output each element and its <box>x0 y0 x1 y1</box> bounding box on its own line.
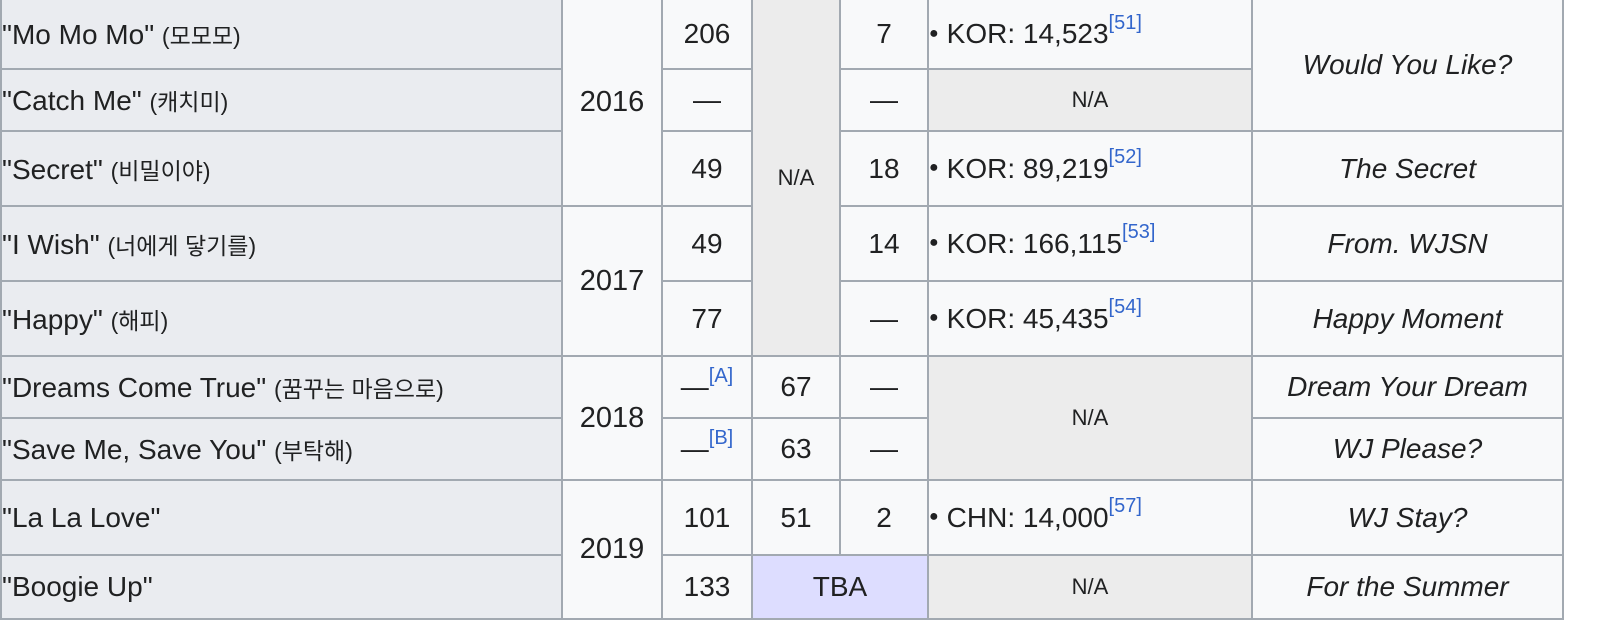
song-title-cell: "Mo Mo Mo" (모모모) <box>0 0 563 70</box>
table-row: "Dreams Come True" (꿈꾸는 마음으로) 2018 —[A] … <box>0 355 1564 481</box>
table-row: "Save Me, Save You" (부탁해) —[B] 63 — WJ P… <box>0 417 1564 481</box>
album-cell: For the Summer <box>1251 554 1564 620</box>
citation-link[interactable]: [54] <box>1109 296 1142 318</box>
sales-cell: ● KOR: 14,523[51] <box>927 0 1253 70</box>
song-korean-title: (너에게 닿기를) <box>107 232 257 259</box>
bullet-icon: ● <box>929 508 939 526</box>
song-korean-title: (부탁해) <box>274 438 353 464</box>
sales-na-cell: N/A <box>927 68 1253 132</box>
song-title-cell: "Secret" (비밀이야) <box>0 130 563 207</box>
chart-world-cell: — <box>839 280 929 357</box>
album-cell: Dream Your Dream <box>1251 355 1564 419</box>
chart-na-cell: N/A <box>751 0 841 357</box>
song-title: "Secret" <box>2 153 103 185</box>
tba-cell: TBA <box>751 554 929 620</box>
note-link[interactable]: [A] <box>709 365 733 387</box>
song-korean-title: (꿈꾸는 마음으로) <box>273 376 444 402</box>
chart-world-cell: — <box>839 68 929 132</box>
chart-kor-cell: 133 <box>661 554 753 620</box>
chart-kor-cell: 49 <box>661 205 753 282</box>
bullet-icon: ● <box>929 234 939 252</box>
song-title: "Save Me, Save You" <box>2 434 267 465</box>
album-cell: WJ Stay? <box>1251 479 1564 556</box>
singles-table: "Mo Mo Mo" (모모모) 2016 206 N/A 7 ● KOR: 14… <box>0 0 1564 620</box>
year-cell: 2018 <box>561 355 663 481</box>
sales-text: CHN: 14,000 <box>946 501 1109 533</box>
chart-kor-cell: 77 <box>661 280 753 357</box>
song-korean-title: (캐치미) <box>149 89 229 115</box>
year-cell: 2016 <box>561 0 663 207</box>
chart-jpn-cell: 63 <box>751 417 841 481</box>
song-korean-title: (모모모) <box>161 23 241 49</box>
chart-jpn-cell: 67 <box>751 355 841 419</box>
chart-world-cell: 14 <box>839 205 929 282</box>
chart-jpn-cell: 51 <box>751 479 841 556</box>
chart-kor-cell: — <box>661 68 753 132</box>
song-title: "Mo Mo Mo" <box>2 19 155 50</box>
song-title: "I Wish" <box>2 228 100 260</box>
song-title-cell: "Dreams Come True" (꿈꾸는 마음으로) <box>0 355 563 419</box>
album-cell: Happy Moment <box>1251 280 1564 357</box>
song-title: "Happy" <box>2 303 103 335</box>
sales-text: KOR: 166,115 <box>946 227 1123 259</box>
chart-world-cell: — <box>839 355 929 419</box>
song-title-cell: "Save Me, Save You" (부탁해) <box>0 417 563 481</box>
chart-world-cell: 7 <box>839 0 929 70</box>
song-title-cell: "Catch Me" (캐치미) <box>0 68 563 132</box>
album-cell: From. WJSN <box>1251 205 1564 282</box>
album-cell: Would You Like? <box>1251 0 1564 132</box>
album-cell: WJ Please? <box>1251 417 1564 481</box>
chart-kor-cell: —[B] <box>661 417 753 481</box>
song-title-cell: "Boogie Up" <box>0 554 563 620</box>
chart-kor-cell: 49 <box>661 130 753 207</box>
song-title: "Boogie Up" <box>2 571 153 602</box>
citation-link[interactable]: [51] <box>1109 12 1142 34</box>
song-title: "Dreams Come True" <box>2 372 267 403</box>
sales-cell: ● KOR: 166,115[53] <box>927 205 1253 282</box>
chart-kor-cell: 101 <box>661 479 753 556</box>
sales-cell: ● CHN: 14,000[57] <box>927 479 1253 556</box>
sales-text: KOR: 14,523 <box>946 18 1109 49</box>
chart-world-cell: 2 <box>839 479 929 556</box>
song-title: "La La Love" <box>2 501 161 533</box>
table-row: "Mo Mo Mo" (모모모) 2016 206 N/A 7 ● KOR: 14… <box>0 0 1564 357</box>
song-title-cell: "I Wish" (너에게 닿기를) <box>0 205 563 282</box>
table-row: "Boogie Up" 133 TBA N/A For the Summer <box>0 554 1564 620</box>
bullet-icon: ● <box>929 159 939 177</box>
bullet-icon: ● <box>929 24 939 42</box>
sales-na-cell: N/A <box>927 355 1253 481</box>
sales-text: KOR: 45,435 <box>946 302 1109 334</box>
chart-world-cell: 18 <box>839 130 929 207</box>
year-cell: 2017 <box>561 205 663 357</box>
song-title-cell: "Happy" (해피) <box>0 280 563 357</box>
year-cell: 2019 <box>561 479 663 620</box>
citation-link[interactable]: [57] <box>1109 495 1142 517</box>
sales-na-cell: N/A <box>927 554 1253 620</box>
chart-world-cell: — <box>839 417 929 481</box>
song-title-cell: "La La Love" <box>0 479 563 556</box>
song-korean-title: (비밀이야) <box>110 157 211 184</box>
sales-cell: ● KOR: 45,435[54] <box>927 280 1253 357</box>
song-title: "Catch Me" <box>2 85 142 116</box>
sales-cell: ● KOR: 89,219[52] <box>927 130 1253 207</box>
album-cell: The Secret <box>1251 130 1564 207</box>
chart-kor-cell: 206 <box>661 0 753 70</box>
citation-link[interactable]: [53] <box>1122 221 1155 243</box>
citation-link[interactable]: [52] <box>1109 146 1142 168</box>
note-link[interactable]: [B] <box>709 427 733 449</box>
sales-text: KOR: 89,219 <box>946 152 1109 184</box>
bullet-icon: ● <box>929 309 939 327</box>
song-korean-title: (해피) <box>110 307 169 334</box>
table-row: "La La Love" 2019 101 51 2 ● CHN: 14,000[… <box>0 479 1564 620</box>
chart-kor-cell: —[A] <box>661 355 753 419</box>
chart-kor-value: — <box>680 433 709 464</box>
chart-kor-value: — <box>680 371 709 402</box>
